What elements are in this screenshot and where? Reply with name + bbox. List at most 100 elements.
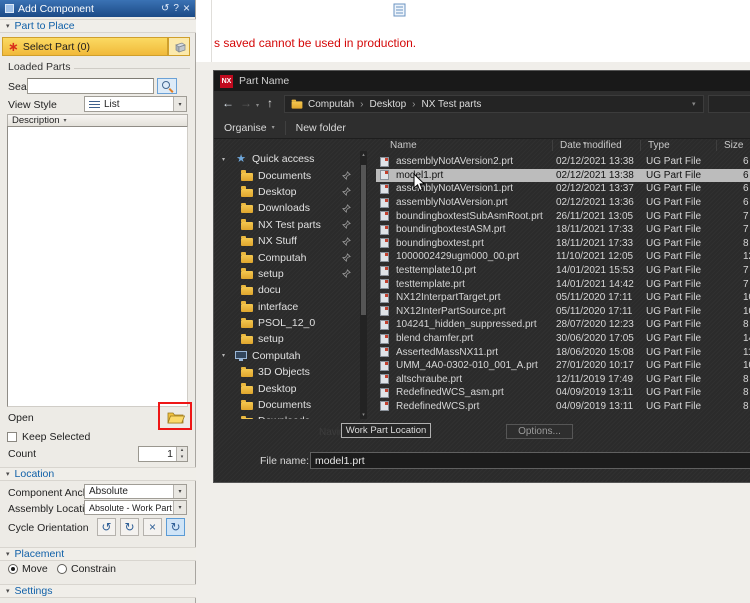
part-file-icon	[380, 198, 389, 208]
count-stepper[interactable]: 1	[138, 446, 188, 462]
file-size: 10	[743, 360, 750, 371]
view-style-dropdown[interactable]: List	[84, 96, 187, 112]
spin-up-icon[interactable]	[177, 447, 187, 454]
file-name: 104241_hidden_suppressed.prt	[396, 319, 556, 330]
tree-item[interactable]: docu	[214, 282, 359, 298]
column-type[interactable]: Type	[648, 140, 670, 151]
spin-down-icon[interactable]	[177, 454, 187, 461]
tree-item[interactable]: Quick access	[214, 151, 359, 167]
new-folder-button[interactable]: New folder	[286, 117, 356, 138]
file-row[interactable]: RedefinedWCS.prt 04/09/2019 13:11 UG Par…	[376, 400, 750, 414]
file-row[interactable]: NX12InterPartSource.prt 05/11/2020 17:11…	[376, 305, 750, 319]
search-button[interactable]	[157, 78, 177, 94]
column-size[interactable]: Size	[724, 140, 743, 151]
file-row[interactable]: UMM_4A0-0302-010_001_A.prt 27/01/2020 10…	[376, 359, 750, 373]
tree-item[interactable]: PSOL_12_0	[214, 315, 359, 331]
constrain-radio[interactable]	[57, 564, 67, 574]
file-row[interactable]: boundingboxtest.prt 18/11/2021 17:33 UG …	[376, 237, 750, 251]
column-date[interactable]: Date modified	[560, 140, 622, 151]
column-name[interactable]: Name	[390, 140, 417, 151]
count-value[interactable]: 1	[139, 447, 176, 461]
folder-tree[interactable]: Quick access Documents	[214, 151, 359, 419]
back-icon[interactable]: ←	[222, 97, 234, 110]
search-input[interactable]	[708, 95, 750, 113]
section-placement[interactable]: Placement	[0, 547, 196, 561]
tree-item[interactable]: Documents	[214, 167, 359, 183]
reset-icon[interactable]	[161, 4, 169, 14]
dialog-titlebar[interactable]: NX Part Name	[214, 71, 750, 91]
tree-item[interactable]: Computah	[214, 249, 359, 265]
organise-button[interactable]: Organise	[214, 117, 285, 138]
tree-scrollbar[interactable]: ▴ ▾	[360, 151, 367, 419]
options-button[interactable]: Options...	[506, 424, 573, 439]
tree-item[interactable]: 3D Objects	[214, 364, 359, 380]
address-dropdown-icon[interactable]: ▾	[692, 100, 696, 108]
file-row[interactable]: 104241_hidden_suppressed.prt 28/07/2020 …	[376, 318, 750, 332]
tree-item[interactable]: setup	[214, 331, 359, 347]
constrain-label: Constrain	[71, 563, 116, 575]
file-row[interactable]: assemblyNotAVersion2.prt 02/12/2021 13:3…	[376, 155, 750, 169]
breadcrumb-item[interactable]: Computah	[308, 99, 354, 110]
tree-item[interactable]: NX Stuff	[214, 233, 359, 249]
search-input[interactable]	[27, 78, 154, 94]
tree-item[interactable]: Documents	[214, 397, 359, 413]
file-row[interactable]: testtemplate10.prt 14/01/2021 15:53 UG P…	[376, 264, 750, 278]
loaded-parts-label[interactable]: Loaded Parts	[8, 61, 74, 73]
component-anchor-dropdown[interactable]: Absolute	[84, 484, 187, 499]
tree-item[interactable]: Computah	[214, 348, 359, 364]
file-row[interactable]: assemblyNotAVersion1.prt 02/12/2021 13:3…	[376, 182, 750, 196]
breadcrumb-item[interactable]: NX Test parts	[411, 99, 481, 110]
help-icon[interactable]	[173, 4, 179, 14]
scroll-down-icon[interactable]: ▾	[360, 412, 367, 418]
file-row[interactable]: boundingboxtestASM.prt 18/11/2021 17:33 …	[376, 223, 750, 237]
section-part-to-place[interactable]: Part to Place	[0, 19, 196, 33]
select-part-icon-button[interactable]	[168, 37, 190, 56]
tree-item[interactable]: Desktop	[214, 380, 359, 396]
loaded-parts-list[interactable]	[7, 126, 188, 407]
tree-item[interactable]: setup	[214, 266, 359, 282]
file-row[interactable]: AssertedMassNX11.prt 18/06/2020 15:08 UG…	[376, 345, 750, 359]
breadcrumb[interactable]: Computah Desktop NX Test parts	[284, 95, 704, 113]
breadcrumb-item[interactable]: Desktop	[359, 99, 406, 110]
section-settings[interactable]: Settings	[0, 584, 196, 598]
chevron-down-icon[interactable]	[173, 485, 186, 498]
tree-item[interactable]: Desktop	[214, 184, 359, 200]
file-row[interactable]: 1000002429ugm000_00.prt 11/10/2021 12:05…	[376, 250, 750, 264]
cycle-orientation-cycle-button[interactable]	[166, 518, 185, 536]
chevron-down-icon[interactable]	[173, 97, 186, 111]
file-row[interactable]: NX12InterpartTarget.prt 05/11/2020 17:11…	[376, 291, 750, 305]
file-row[interactable]: RedefinedWCS_asm.prt 04/09/2019 13:11 UG…	[376, 386, 750, 400]
file-row[interactable]: blend chamfer.prt 30/06/2020 17:05 UG Pa…	[376, 332, 750, 346]
file-row[interactable]: altschraube.prt 12/11/2019 17:49 UG Part…	[376, 373, 750, 387]
cycle-orientation-rotate-ccw-button[interactable]	[97, 518, 116, 536]
keep-selected-checkbox[interactable]	[7, 432, 17, 442]
app-background: s saved cannot be used in production.	[196, 0, 750, 62]
file-type: UG Part File	[646, 170, 743, 181]
assembly-location-dropdown[interactable]: Absolute - Work Part	[84, 500, 187, 515]
chevron-down-icon[interactable]	[222, 156, 230, 163]
file-row[interactable]: model1.prt 02/12/2021 13:38 UG Part File…	[376, 169, 750, 183]
cycle-orientation-rotate-cw-button[interactable]	[120, 518, 139, 536]
file-name-input[interactable]	[310, 452, 750, 469]
document-icon[interactable]	[393, 3, 406, 17]
open-folder-button[interactable]	[164, 406, 188, 427]
section-location[interactable]: Location	[0, 467, 196, 481]
dialog-titlebar[interactable]: Add Component	[0, 0, 195, 17]
close-icon[interactable]	[183, 2, 190, 15]
history-chevron-icon[interactable]: ▾	[256, 100, 259, 113]
select-part-button[interactable]: ∗ Select Part (0)	[2, 37, 168, 56]
tree-item[interactable]: interface	[214, 299, 359, 315]
move-radio[interactable]	[8, 564, 18, 574]
tree-item[interactable]: NX Test parts	[214, 217, 359, 233]
chevron-down-icon[interactable]	[173, 501, 186, 514]
file-row[interactable]: assemblyNotAVersion.prt 02/12/2021 13:36…	[376, 196, 750, 210]
file-row[interactable]: boundingboxtestSubAsmRoot.prt 26/11/2021…	[376, 209, 750, 223]
up-icon[interactable]: ↑	[267, 97, 273, 110]
chevron-down-icon[interactable]	[222, 352, 230, 359]
cycle-orientation-reset-button[interactable]	[143, 518, 162, 536]
scroll-up-icon[interactable]: ▴	[360, 152, 367, 158]
work-part-location-button[interactable]: Work Part Location	[341, 423, 431, 438]
scrollbar-thumb[interactable]	[361, 165, 366, 315]
file-row[interactable]: testtemplate.prt 14/01/2021 14:42 UG Par…	[376, 277, 750, 291]
tree-item[interactable]: Downloads	[214, 200, 359, 216]
